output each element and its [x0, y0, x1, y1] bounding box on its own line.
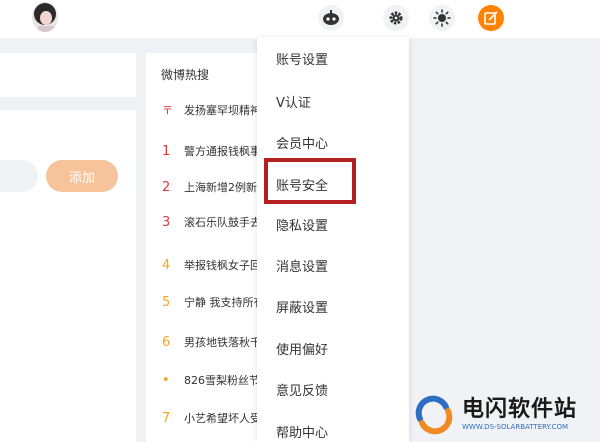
hot-search-panel: 微博热搜 〒 发扬塞罕坝精神 1 警方通报钱枫事 2 上海新增2例新 3 滚石乐…: [146, 53, 266, 442]
menu-item-v-verification[interactable]: V认证: [276, 92, 311, 111]
hot-search-rank: 7: [162, 410, 171, 426]
menu-item-account-settings[interactable]: 账号设置: [276, 49, 328, 68]
hot-search-rank: 6: [162, 334, 171, 350]
left-panel-top: [0, 53, 136, 97]
hot-search-text: 宁静 我支持所有: [184, 296, 265, 309]
menu-item-feedback[interactable]: 意见反馈: [276, 380, 328, 399]
hot-search-item[interactable]: 1 警方通报钱枫事: [162, 141, 261, 161]
hot-search-item[interactable]: 6 男孩地铁落秋千: [162, 332, 261, 352]
right-background: [410, 38, 600, 442]
menu-item-membership[interactable]: 会员中心: [276, 133, 328, 152]
watermark: 电闪软件站 WWW.DS-SOLARBATTERY.COM: [412, 388, 600, 442]
watermark-title: 电闪软件站: [462, 397, 578, 422]
hot-search-item[interactable]: • 826雪梨粉丝节: [162, 370, 260, 390]
avatar[interactable]: [32, 2, 58, 32]
hot-search-text: 上海新增2例新: [184, 181, 257, 194]
hot-search-text: 826雪梨粉丝节: [184, 374, 260, 387]
hot-search-text: 发扬塞罕坝精神: [184, 104, 261, 117]
hot-search-rank: 1: [162, 143, 171, 159]
hot-search-item[interactable]: 7 小艺希望坏人受: [162, 408, 261, 428]
hot-search-text: 警方通报钱枫事: [184, 145, 261, 158]
top-navbar: [0, 0, 600, 38]
hot-search-rank: 4: [162, 257, 171, 273]
hot-search-item[interactable]: 5 宁静 我支持所有: [162, 292, 265, 312]
hot-search-rank: 3: [162, 214, 171, 230]
watermark-subtitle: WWW.DS-SOLARBATTERY.COM: [462, 423, 569, 431]
watermark-logo-icon: [415, 395, 453, 435]
hot-search-item[interactable]: 3 滚石乐队鼓手去: [162, 212, 261, 232]
gear-icon[interactable]: [383, 5, 409, 31]
menu-item-help[interactable]: 帮助中心: [276, 422, 328, 441]
menu-item-preferences[interactable]: 使用偏好: [276, 339, 328, 358]
settings-dropdown-menu: 账号设置 V认证 会员中心 账号安全 隐私设置 消息设置 屏蔽设置 使用偏好 意…: [257, 37, 409, 442]
edit-icon[interactable]: [478, 5, 504, 31]
hot-search-rank: 5: [162, 294, 171, 310]
hot-search-text: 滚石乐队鼓手去: [184, 216, 261, 229]
hot-search-rank: 2: [162, 179, 171, 195]
highlight-box: [264, 158, 356, 204]
group-name-input[interactable]: [0, 160, 38, 192]
hot-search-title: 微博热搜: [161, 68, 210, 82]
hot-search-item[interactable]: 〒 发扬塞罕坝精神: [162, 100, 261, 120]
hot-search-rank: •: [162, 372, 170, 388]
menu-item-messages[interactable]: 消息设置: [276, 256, 328, 275]
hot-search-text: 小艺希望坏人受: [184, 412, 261, 425]
hot-search-text: 举报钱枫女子回: [184, 259, 261, 272]
hot-search-item[interactable]: 2 上海新增2例新: [162, 177, 257, 197]
menu-item-blocking[interactable]: 屏蔽设置: [276, 297, 328, 316]
add-button[interactable]: 添加: [46, 160, 118, 192]
bot-icon[interactable]: [318, 5, 344, 31]
hot-search-item[interactable]: 4 举报钱枫女子回: [162, 255, 261, 275]
hot-search-text: 男孩地铁落秋千: [184, 336, 261, 349]
menu-item-privacy[interactable]: 隐私设置: [276, 215, 328, 234]
pin-icon: 〒: [162, 104, 173, 117]
sun-icon[interactable]: [429, 5, 455, 31]
